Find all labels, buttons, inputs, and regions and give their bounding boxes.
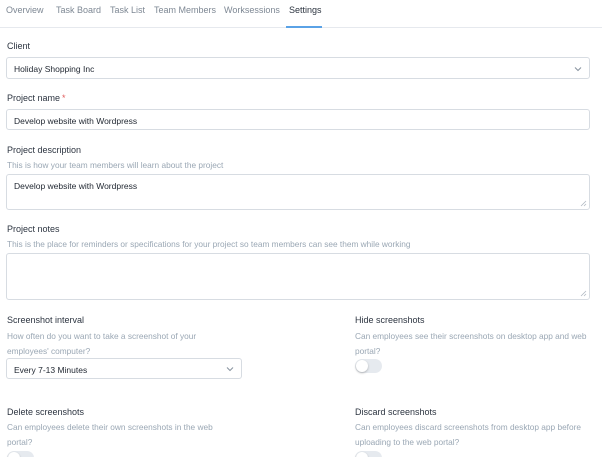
hide-screenshots-help: Can employees see their screenshots on d… [355, 331, 587, 356]
project-tabs: Overview Task Board Task List Team Membe… [0, 0, 602, 28]
active-tab-indicator [286, 26, 322, 28]
client-label: Client [7, 41, 31, 51]
toggle-knob [356, 360, 368, 372]
tab-settings[interactable]: Settings [289, 5, 322, 15]
project-name-label: Project name * [7, 93, 66, 103]
discard-screenshots-help: Can employees discard screenshots from d… [355, 422, 581, 447]
toggle-knob [8, 452, 20, 457]
project-notes-help: This is the place for reminders or speci… [7, 239, 411, 249]
client-select[interactable]: Holiday Shopping Inc [6, 57, 590, 79]
client-select-value: Holiday Shopping Inc [14, 64, 95, 74]
project-name-value: Develop website with Wordpress [14, 116, 138, 126]
resize-handle-icon[interactable] [580, 290, 587, 297]
project-description-value: Develop website with Wordpress [14, 181, 138, 191]
discard-screenshots-label: Discard screenshots [355, 407, 437, 417]
project-notes-textarea[interactable] [6, 253, 590, 300]
project-name-input[interactable]: Develop website with Wordpress [6, 109, 590, 130]
screenshot-interval-value: Every 7-13 Minutes [14, 365, 88, 375]
chevron-down-icon [574, 67, 582, 72]
project-description-help: This is how your team members will learn… [7, 160, 224, 170]
resize-handle-icon[interactable] [580, 200, 587, 207]
project-description-label: Project description [7, 145, 82, 155]
chevron-down-icon [226, 367, 234, 372]
project-description-textarea[interactable]: Develop website with Wordpress [6, 174, 590, 210]
screenshot-interval-label: Screenshot interval [7, 315, 85, 325]
tab-worksessions[interactable]: Worksessions [224, 5, 280, 15]
tab-task-list[interactable]: Task List [110, 5, 145, 15]
hide-screenshots-toggle[interactable] [355, 359, 382, 373]
tab-task-board[interactable]: Task Board [56, 5, 101, 15]
tab-team-members[interactable]: Team Members [154, 5, 216, 15]
screenshot-interval-help: How often do you want to take a screensh… [7, 331, 197, 356]
delete-screenshots-help: Can employees delete their own screensho… [7, 422, 213, 447]
delete-screenshots-toggle[interactable] [7, 451, 34, 457]
required-marker: * [62, 93, 66, 103]
project-notes-label: Project notes [7, 224, 60, 234]
tab-overview[interactable]: Overview [6, 5, 44, 15]
screenshot-interval-select[interactable]: Every 7-13 Minutes [6, 358, 242, 379]
toggle-knob [356, 452, 368, 457]
discard-screenshots-toggle[interactable] [355, 451, 382, 457]
hide-screenshots-label: Hide screenshots [355, 315, 425, 325]
project-name-label-text: Project name [7, 93, 61, 103]
delete-screenshots-label: Delete screenshots [7, 407, 85, 417]
